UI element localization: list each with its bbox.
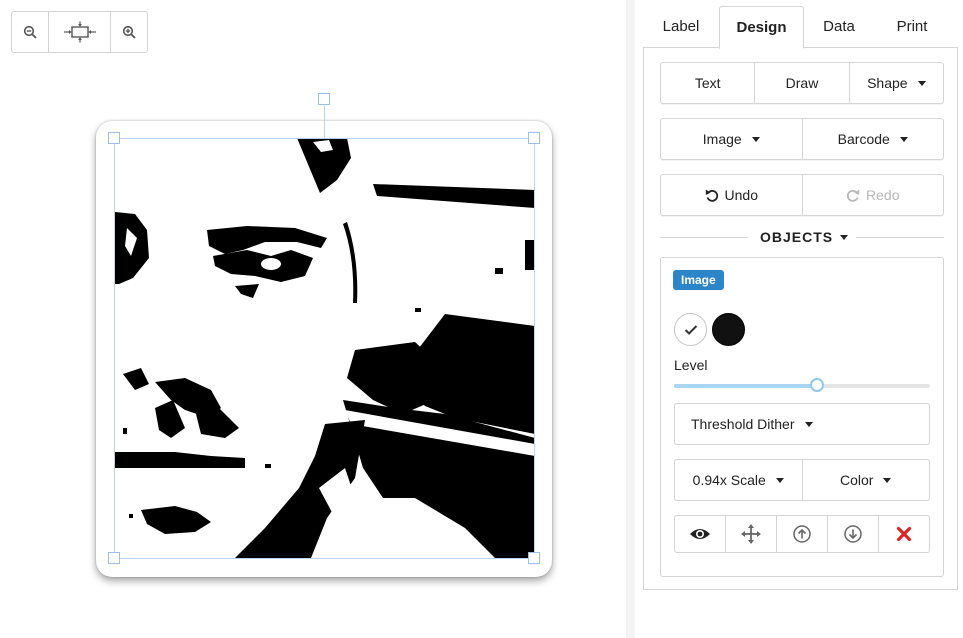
color-label: Color [840,472,874,488]
level-slider[interactable] [674,378,930,392]
white-color-swatch[interactable] [674,313,707,346]
shape-dropdown-button[interactable]: Shape [848,63,943,103]
delete-x-icon [896,526,912,542]
object-type-badge: Image [673,270,724,290]
zoom-in-button[interactable] [110,12,147,52]
fit-to-screen-icon [63,21,96,43]
shape-label: Shape [867,75,908,91]
delete-object-button[interactable] [878,516,929,552]
object-actions-group [674,515,930,553]
design-tab-content: Text Draw Shape Image Barcode Undo Redo … [643,47,958,590]
resize-handle-top-right[interactable] [528,132,540,144]
undo-label: Undo [724,187,758,203]
redo-label: Redo [866,187,900,203]
resize-handle-bottom-right[interactable] [528,552,540,564]
caret-down-icon [883,477,892,483]
resize-handle-top-left[interactable] [108,132,120,144]
add-text-label: Text [694,75,721,91]
tab-label[interactable]: Label [651,6,711,48]
black-color-swatch[interactable] [712,313,745,346]
image-label: Image [702,131,742,147]
objects-header[interactable]: OBJECTS [660,227,944,247]
tab-print[interactable]: Print [879,6,945,48]
arrow-down-circle-icon [844,525,862,543]
fit-to-screen-button[interactable] [48,12,110,52]
eye-icon [690,529,710,539]
redo-button[interactable]: Redo [801,175,944,215]
selection-box[interactable] [114,138,535,559]
add-text-button[interactable]: Text [661,63,754,103]
move-button[interactable] [725,516,776,552]
canvas-area[interactable] [0,0,626,638]
history-group: Undo Redo [660,174,944,216]
panel-divider[interactable] [626,0,635,638]
caret-down-icon [751,136,760,142]
undo-button[interactable]: Undo [661,175,802,215]
selected-object-card: Image Level Threshold Dither 0.94x Scale… [660,257,944,577]
side-panel: Label Design Data Print Text Draw Shape … [635,0,963,638]
zoom-in-icon [122,25,136,39]
rotation-handle-line [324,105,325,138]
scale-dropdown[interactable]: 0.94x Scale [675,460,802,500]
app-window: Label Design Data Print Text Draw Shape … [0,0,963,638]
caret-down-icon [917,80,926,86]
barcode-dropdown-button[interactable]: Barcode [801,119,944,159]
tab-bar: Label Design Data Print [643,6,958,49]
add-media-group: Image Barcode [660,118,944,160]
caret-down-icon [775,477,784,483]
dither-group: Threshold Dither [674,403,930,445]
resize-handle-bottom-left[interactable] [108,552,120,564]
move-icon [741,524,761,544]
redo-icon [846,189,860,202]
check-icon [684,324,697,335]
bring-forward-button[interactable] [776,516,827,552]
scale-color-group: 0.94x Scale Color [674,459,930,501]
dither-label: Threshold Dither [691,416,795,432]
zoom-out-button[interactable] [12,12,48,52]
draw-label: Draw [785,75,819,91]
color-dropdown[interactable]: Color [801,460,930,500]
divider [660,237,748,238]
caret-down-icon [840,235,848,240]
objects-title: OBJECTS [760,229,834,245]
send-backward-button[interactable] [827,516,878,552]
dither-dropdown[interactable]: Threshold Dither [675,404,929,444]
rotation-handle[interactable] [318,93,330,105]
image-dropdown-button[interactable]: Image [661,119,802,159]
level-slider-thumb[interactable] [810,378,825,392]
tab-design[interactable]: Design [719,6,804,49]
arrow-up-circle-icon [793,525,811,543]
zoom-toolbar [11,11,148,53]
toggle-visibility-button[interactable] [675,516,725,552]
divider [856,237,944,238]
caret-down-icon [899,136,908,142]
draw-button[interactable]: Draw [754,63,848,103]
level-label: Level [674,357,708,373]
undo-icon [705,189,718,202]
level-slider-fill [674,384,818,388]
scale-label: 0.94x Scale [692,472,766,488]
caret-down-icon [804,421,813,427]
add-object-group: Text Draw Shape [660,62,944,104]
tab-data[interactable]: Data [806,6,872,48]
barcode-label: Barcode [837,131,890,147]
zoom-out-icon [23,25,37,39]
